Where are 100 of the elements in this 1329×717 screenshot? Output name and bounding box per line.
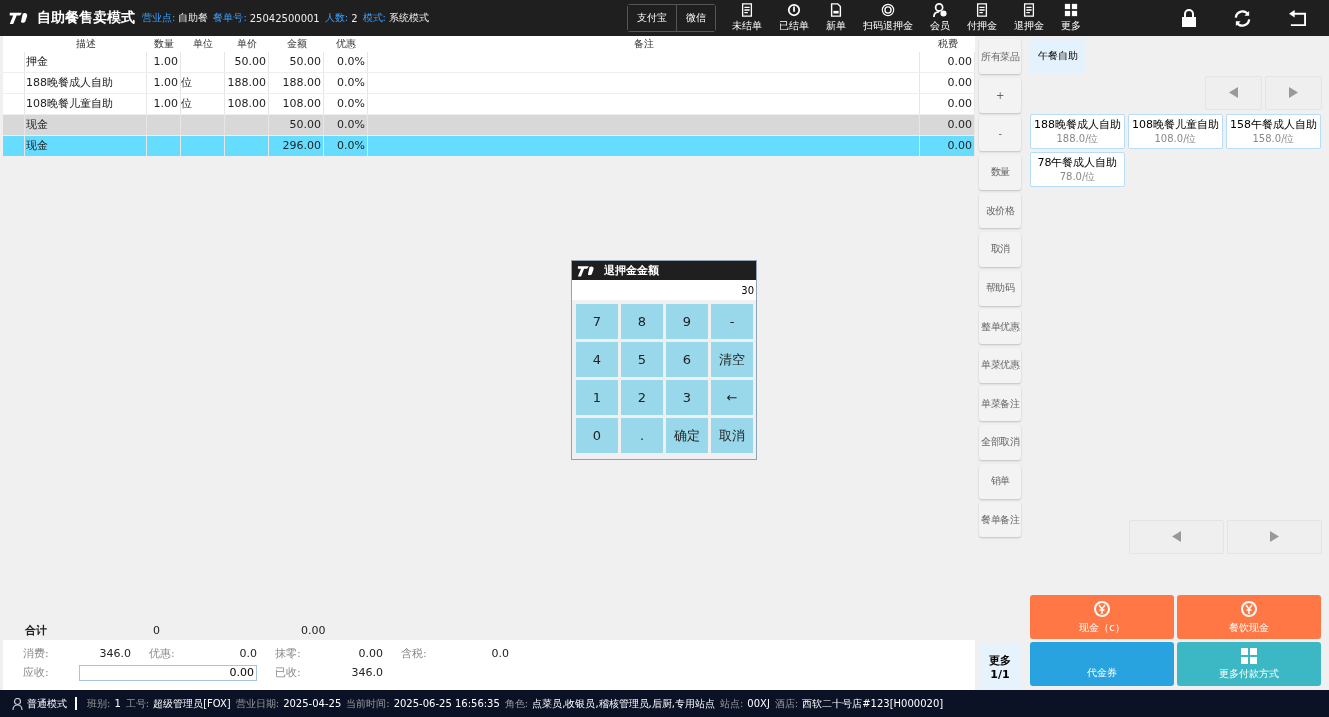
keypad-key[interactable]: ← xyxy=(711,380,753,415)
payment-toggle[interactable]: 支付宝 xyxy=(628,5,677,31)
dialog-title: 退押金金额 xyxy=(604,263,659,278)
app-title: 自助餐售卖模式 xyxy=(37,9,135,27)
order-row[interactable]: 押金 1.00 50.00 50.00 0.0% 0.00 xyxy=(3,52,975,73)
keypad-key[interactable]: 1 xyxy=(576,380,618,415)
table-cell: 0.0% xyxy=(324,115,368,135)
function-button[interactable]: 数量 xyxy=(979,154,1021,190)
product-card[interactable]: 108晚餐儿童自助 108.0/位 xyxy=(1128,114,1223,149)
category-tab[interactable]: 午餐自助 xyxy=(1030,39,1086,73)
table-cell: 现金 xyxy=(25,115,147,135)
info-label: 人数: xyxy=(324,11,349,25)
order-row[interactable]: 108晚餐儿童自助 1.00 位 108.00 108.00 0.0% 0.00 xyxy=(3,94,975,115)
keypad-key[interactable]: 7 xyxy=(576,304,618,339)
lock-icon[interactable] xyxy=(1181,9,1197,27)
function-button[interactable]: 整单优惠 xyxy=(979,309,1021,345)
info-value: 2 xyxy=(351,12,358,24)
toolbar-button[interactable]: 未结单 xyxy=(725,3,769,33)
order-row[interactable]: 现金 296.00 0.0% 0.00 xyxy=(3,136,975,157)
keypad-key[interactable]: 3 xyxy=(666,380,708,415)
toolbar-button[interactable]: 扫码退押金 xyxy=(856,3,920,33)
function-button[interactable]: 单菜备注 xyxy=(979,386,1021,422)
column-header: 单位 xyxy=(192,37,214,51)
keypad-key[interactable]: 0 xyxy=(576,418,618,453)
product-card[interactable]: 78午餐成人自助 78.0/位 xyxy=(1030,152,1125,187)
table-cell: 0.00 xyxy=(920,115,975,135)
status-label: 营业日期: xyxy=(235,696,280,711)
status-value: 西软二十号店#123[H000020] xyxy=(802,696,944,711)
keypad-key[interactable]: 确定 xyxy=(666,418,708,453)
status-label: 班别: xyxy=(87,696,111,711)
next-page-button[interactable] xyxy=(1265,76,1322,110)
product-name: 78午餐成人自助 xyxy=(1037,155,1118,170)
function-button[interactable]: 取消 xyxy=(979,231,1021,267)
function-button[interactable]: 所有菜品 xyxy=(979,39,1021,74)
toolbar-button[interactable]: 已结单 xyxy=(772,3,816,33)
toolbar-button[interactable]: 更多 xyxy=(1054,3,1088,33)
summary-label: 抹零: xyxy=(275,646,302,661)
previous-page-button[interactable] xyxy=(1205,76,1262,110)
product-card[interactable]: 158午餐成人自助 158.0/位 xyxy=(1226,114,1321,149)
right-triangle-icon xyxy=(1289,86,1298,98)
table-cell: 0.00 xyxy=(920,94,975,114)
table-cell: 押金 xyxy=(25,52,147,72)
back-icon[interactable] xyxy=(1288,9,1307,27)
keypad-key[interactable]: 6 xyxy=(666,342,708,377)
order-row[interactable]: 现金 50.00 0.0% 0.00 xyxy=(3,115,975,136)
summary-value: 0.0 xyxy=(490,647,509,660)
function-button[interactable]: 单菜优惠 xyxy=(979,347,1021,383)
function-button[interactable]: + xyxy=(979,77,1021,113)
keypad-key[interactable]: 4 xyxy=(576,342,618,377)
status-label: 酒店: xyxy=(774,696,799,711)
toolbar-button[interactable]: 退押金 xyxy=(1007,3,1051,33)
keypad-key[interactable]: 5 xyxy=(621,342,663,377)
column-header: 描述 xyxy=(75,37,97,51)
function-button[interactable]: 全部取消 xyxy=(979,424,1021,460)
table-cell: 296.00 xyxy=(269,136,324,156)
total-amount: 0.00 xyxy=(301,623,326,637)
keypad-key[interactable]: 2 xyxy=(621,380,663,415)
table-cell: 现金 xyxy=(25,136,147,156)
keypad-key[interactable]: - xyxy=(711,304,753,339)
product-name: 158午餐成人自助 xyxy=(1230,117,1317,132)
keypad-key[interactable]: 8 xyxy=(621,304,663,339)
keypad-key[interactable]: . xyxy=(621,418,663,453)
left-triangle-icon xyxy=(1172,530,1181,542)
function-button[interactable]: 销单 xyxy=(979,463,1021,499)
keypad-key[interactable]: 清空 xyxy=(711,342,753,377)
table-cell: 位 xyxy=(181,94,225,114)
status-value: 超级管理员[FOX] xyxy=(153,696,231,711)
status-value: 2025-06-25 16:56:35 xyxy=(393,698,500,709)
table-cell: 0.00 xyxy=(920,73,975,93)
status-value: 2025-04-25 xyxy=(283,698,342,709)
toolbar-button[interactable]: 会员 xyxy=(923,3,957,33)
status-label: 站点: xyxy=(719,696,744,711)
toolbar-button[interactable]: 新单 xyxy=(819,3,853,33)
refresh-icon[interactable] xyxy=(1233,8,1252,28)
summary-label: 应收: xyxy=(23,665,50,680)
yen-coin-icon xyxy=(1093,599,1111,618)
function-button[interactable]: 帮助码 xyxy=(979,270,1021,306)
keypad-key[interactable]: 9 xyxy=(666,304,708,339)
table-cell: 1.00 xyxy=(147,52,181,72)
more-button[interactable]: 更多 1/1 xyxy=(979,644,1021,690)
summary-value: 346.0 xyxy=(350,666,383,679)
toolbar-button[interactable]: 付押金 xyxy=(960,3,1004,33)
status-label: 当前时间: xyxy=(346,696,390,711)
summary-value: 346.0 xyxy=(98,647,131,660)
mode-label: 普通模式 xyxy=(27,696,67,711)
product-card[interactable]: 188晚餐成人自助 188.0/位 xyxy=(1030,114,1125,149)
receivable-field[interactable]: 0.00 xyxy=(79,664,257,681)
info-value: 系统模式 xyxy=(388,11,429,25)
function-button[interactable]: 改价格 xyxy=(979,193,1021,229)
order-row[interactable]: 188晚餐成人自助 1.00 位 188.00 188.00 0.0% 0.00 xyxy=(3,73,975,94)
table-cell: 108.00 xyxy=(269,94,324,114)
left-triangle-icon xyxy=(1229,86,1238,98)
keypad-key[interactable]: 取消 xyxy=(711,418,753,453)
column-header: 单价 xyxy=(236,37,258,51)
function-button[interactable]: - xyxy=(979,116,1021,152)
amount-field[interactable]: 30 xyxy=(572,280,756,300)
function-button[interactable]: 餐单备注 xyxy=(979,502,1021,538)
grid-icon xyxy=(1241,647,1257,664)
table-cell: 108.00 xyxy=(225,94,269,114)
document-icon xyxy=(740,3,754,17)
